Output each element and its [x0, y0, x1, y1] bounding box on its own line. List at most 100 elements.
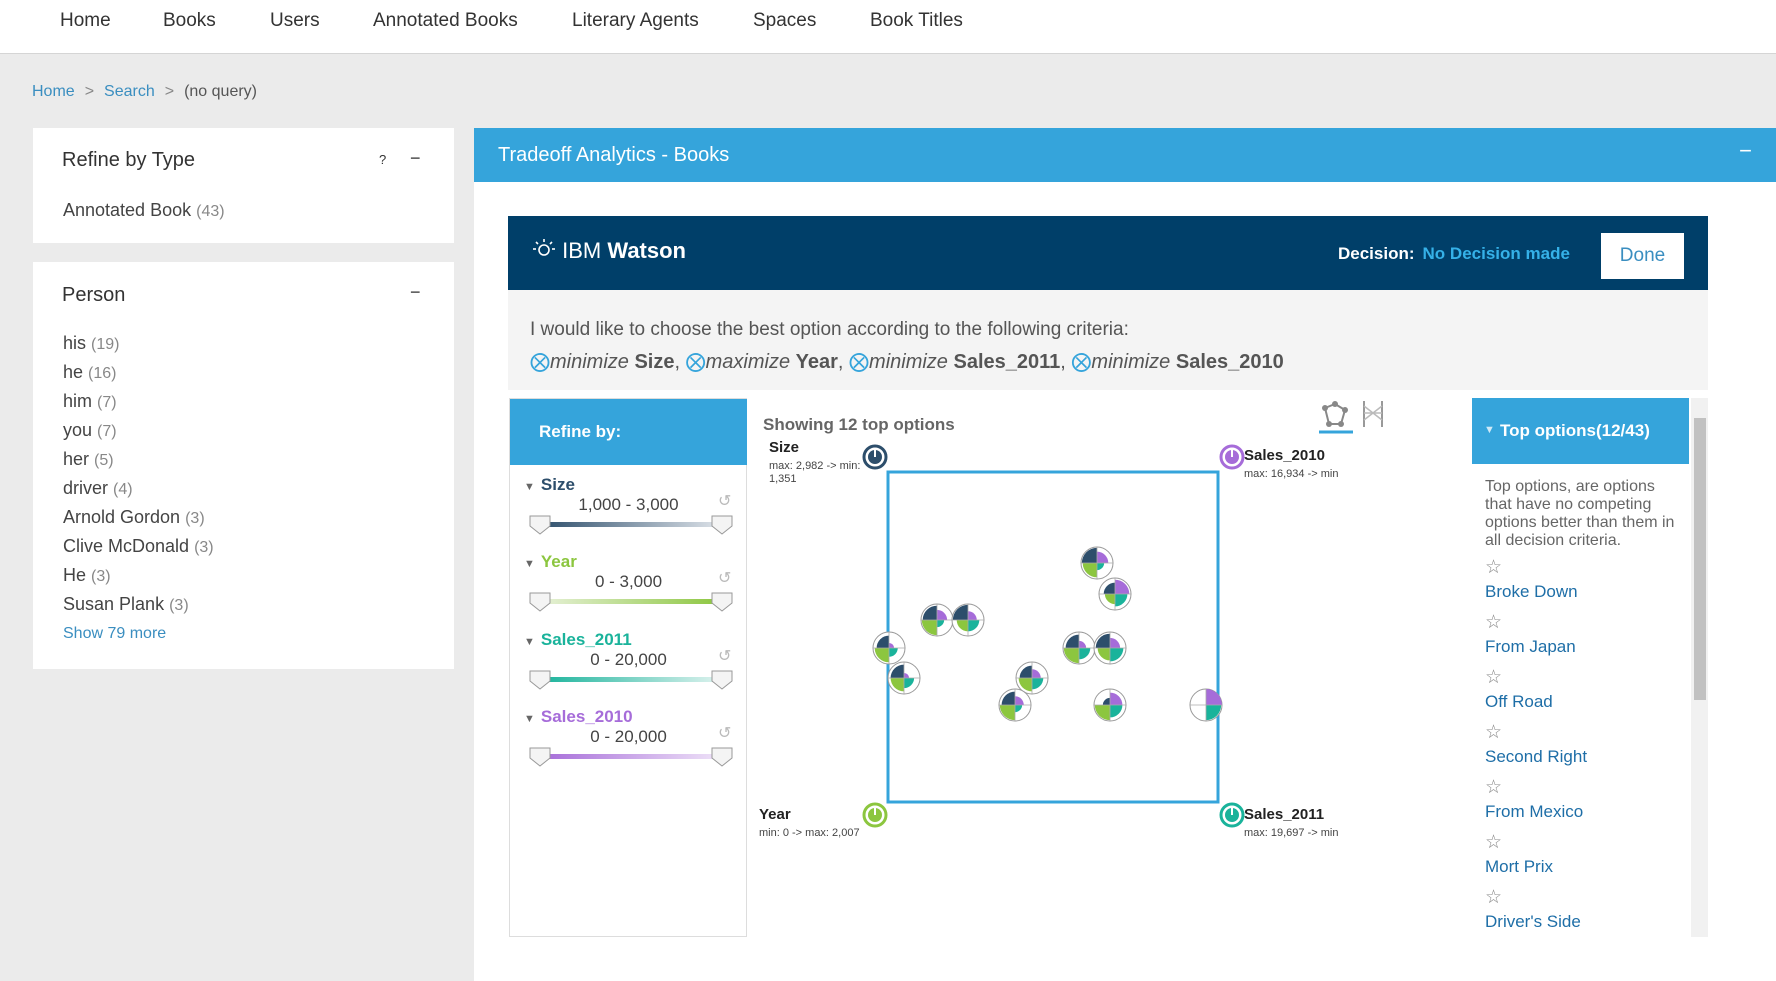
facet-item[interactable]: Arnold Gordon (3): [63, 507, 205, 528]
facet-item[interactable]: he (16): [63, 362, 117, 383]
refine-header: Refine by:: [510, 399, 747, 465]
expand-triangle-icon[interactable]: ▼: [1484, 424, 1495, 436]
option-glyph[interactable]: [998, 688, 1032, 722]
favorite-star-icon[interactable]: ☆: [1485, 611, 1502, 634]
slider-track-size[interactable]: [540, 522, 722, 527]
anchor-sub-size: max: 2,982 -> min:: [769, 460, 860, 472]
tradeoff-map: Showing 12 top options Size max: 2,982 -…: [747, 398, 1472, 937]
breadcrumb-search[interactable]: Search: [104, 83, 155, 100]
option-item[interactable]: Off Road: [1485, 692, 1553, 712]
anchor-label-size: Size: [769, 439, 799, 456]
option-glyph[interactable]: [1093, 631, 1127, 665]
option-glyph[interactable]: [920, 603, 954, 637]
option-item[interactable]: From Mexico: [1485, 802, 1583, 822]
collapse-icon[interactable]: −: [410, 148, 421, 169]
breadcrumb-home[interactable]: Home: [32, 83, 75, 100]
scroll-thumb[interactable]: [1694, 418, 1706, 700]
option-glyph[interactable]: [1189, 688, 1223, 722]
help-icon[interactable]: ?: [379, 152, 386, 167]
option-glyph[interactable]: [1062, 631, 1096, 665]
nav-users[interactable]: Users: [270, 10, 320, 32]
slider-handle-max[interactable]: [711, 515, 733, 535]
option-glyph[interactable]: [951, 603, 985, 637]
done-button[interactable]: Done: [1601, 233, 1684, 279]
favorite-star-icon[interactable]: ☆: [1485, 666, 1502, 689]
slider-handle-min[interactable]: [529, 747, 551, 767]
facet-item[interactable]: driver (4): [63, 478, 133, 499]
slider-name-sales2011[interactable]: ▼ Sales_2011: [524, 630, 632, 650]
facet-item[interactable]: Annotated Book (43): [63, 200, 225, 221]
facet-item[interactable]: you (7): [63, 420, 117, 441]
glyph-slice: [952, 604, 968, 620]
option-item[interactable]: From Japan: [1485, 637, 1576, 657]
facet-item[interactable]: her (5): [63, 449, 114, 470]
nav-spaces[interactable]: Spaces: [753, 10, 816, 32]
nav-home[interactable]: Home: [60, 10, 111, 32]
slider-track-sales2011[interactable]: [540, 677, 722, 682]
nav-annotated-books[interactable]: Annotated Books: [373, 10, 518, 32]
anchor-year[interactable]: [862, 802, 888, 828]
collapse-icon[interactable]: −: [1739, 138, 1752, 164]
facet-item[interactable]: Clive McDonald (3): [63, 536, 214, 557]
anchor-sales2011[interactable]: [1219, 802, 1245, 828]
reset-icon[interactable]: ↺: [718, 568, 731, 588]
option-glyph[interactable]: [872, 631, 906, 665]
scrollbar[interactable]: [1691, 398, 1708, 937]
show-more-link[interactable]: Show 79 more: [63, 625, 166, 643]
top-options-description: Top options, are options that have no co…: [1485, 478, 1675, 549]
option-item[interactable]: Driver's Side: [1485, 912, 1581, 932]
reset-icon[interactable]: ↺: [718, 646, 731, 666]
glyph-slice: [1063, 648, 1079, 664]
option-glyph[interactable]: [1093, 688, 1127, 722]
option-glyph[interactable]: [887, 661, 921, 695]
anchor-sales2010[interactable]: [1219, 444, 1245, 470]
anchor-label-sales2010: Sales_2010: [1244, 447, 1325, 464]
collapse-icon[interactable]: −: [410, 282, 421, 303]
remove-criterion-icon[interactable]: ⨂: [686, 351, 706, 373]
glyph-slice: [1082, 563, 1097, 578]
slider-handle-max[interactable]: [711, 747, 733, 767]
watson-logo-icon: [533, 239, 555, 256]
option-item[interactable]: Mort Prix: [1485, 857, 1553, 877]
option-item[interactable]: Second Right: [1485, 747, 1587, 767]
remove-criterion-icon[interactable]: ⨂: [1071, 351, 1091, 373]
slider-track-sales2010[interactable]: [540, 754, 722, 759]
slider-handle-min[interactable]: [529, 515, 551, 535]
nav-books[interactable]: Books: [163, 10, 216, 32]
option-glyph[interactable]: [1098, 577, 1132, 611]
nav-literary-agents[interactable]: Literary Agents: [572, 10, 699, 32]
slider-name-sales2010[interactable]: ▼ Sales_2010: [524, 707, 633, 727]
slider-handle-max[interactable]: [711, 670, 733, 690]
slider-track-year[interactable]: [540, 599, 722, 604]
option-item[interactable]: Broke Down: [1485, 582, 1578, 602]
facet-item[interactable]: his (19): [63, 333, 119, 354]
favorite-star-icon[interactable]: ☆: [1485, 831, 1502, 854]
breadcrumb-current: (no query): [184, 83, 257, 100]
slider-name-year[interactable]: ▼ Year: [524, 552, 577, 572]
remove-criterion-icon[interactable]: ⨂: [530, 351, 550, 373]
glyph-slice: [1206, 689, 1222, 705]
anchor-size[interactable]: [862, 444, 888, 470]
option-glyph[interactable]: [1080, 546, 1114, 580]
panel-title: Refine by Type: [62, 149, 196, 171]
slider-handle-max[interactable]: [711, 592, 733, 612]
facet-item[interactable]: him (7): [63, 391, 117, 412]
slider-handle-min[interactable]: [529, 670, 551, 690]
favorite-star-icon[interactable]: ☆: [1485, 556, 1502, 579]
favorite-star-icon[interactable]: ☆: [1485, 886, 1502, 909]
refine-by-panel: Refine by: ▼ Size 1,000 - 3,000 ↺ ▼ Year 0…: [509, 398, 747, 937]
option-glyph[interactable]: [1015, 661, 1049, 695]
slider-name-size[interactable]: ▼ Size: [524, 475, 575, 495]
favorite-star-icon[interactable]: ☆: [1485, 776, 1502, 799]
favorite-star-icon[interactable]: ☆: [1485, 721, 1502, 744]
reset-icon[interactable]: ↺: [718, 491, 731, 511]
map-frame: [886, 470, 1220, 804]
reset-icon[interactable]: ↺: [718, 723, 731, 743]
nav-book-titles[interactable]: Book Titles: [870, 10, 963, 32]
remove-criterion-icon[interactable]: ⨂: [849, 351, 869, 373]
slider-handle-min[interactable]: [529, 592, 551, 612]
facet-item[interactable]: He (3): [63, 565, 111, 586]
expand-triangle-icon: ▼: [524, 713, 535, 725]
breadcrumb-separator: >: [164, 83, 175, 100]
facet-item[interactable]: Susan Plank (3): [63, 594, 189, 615]
